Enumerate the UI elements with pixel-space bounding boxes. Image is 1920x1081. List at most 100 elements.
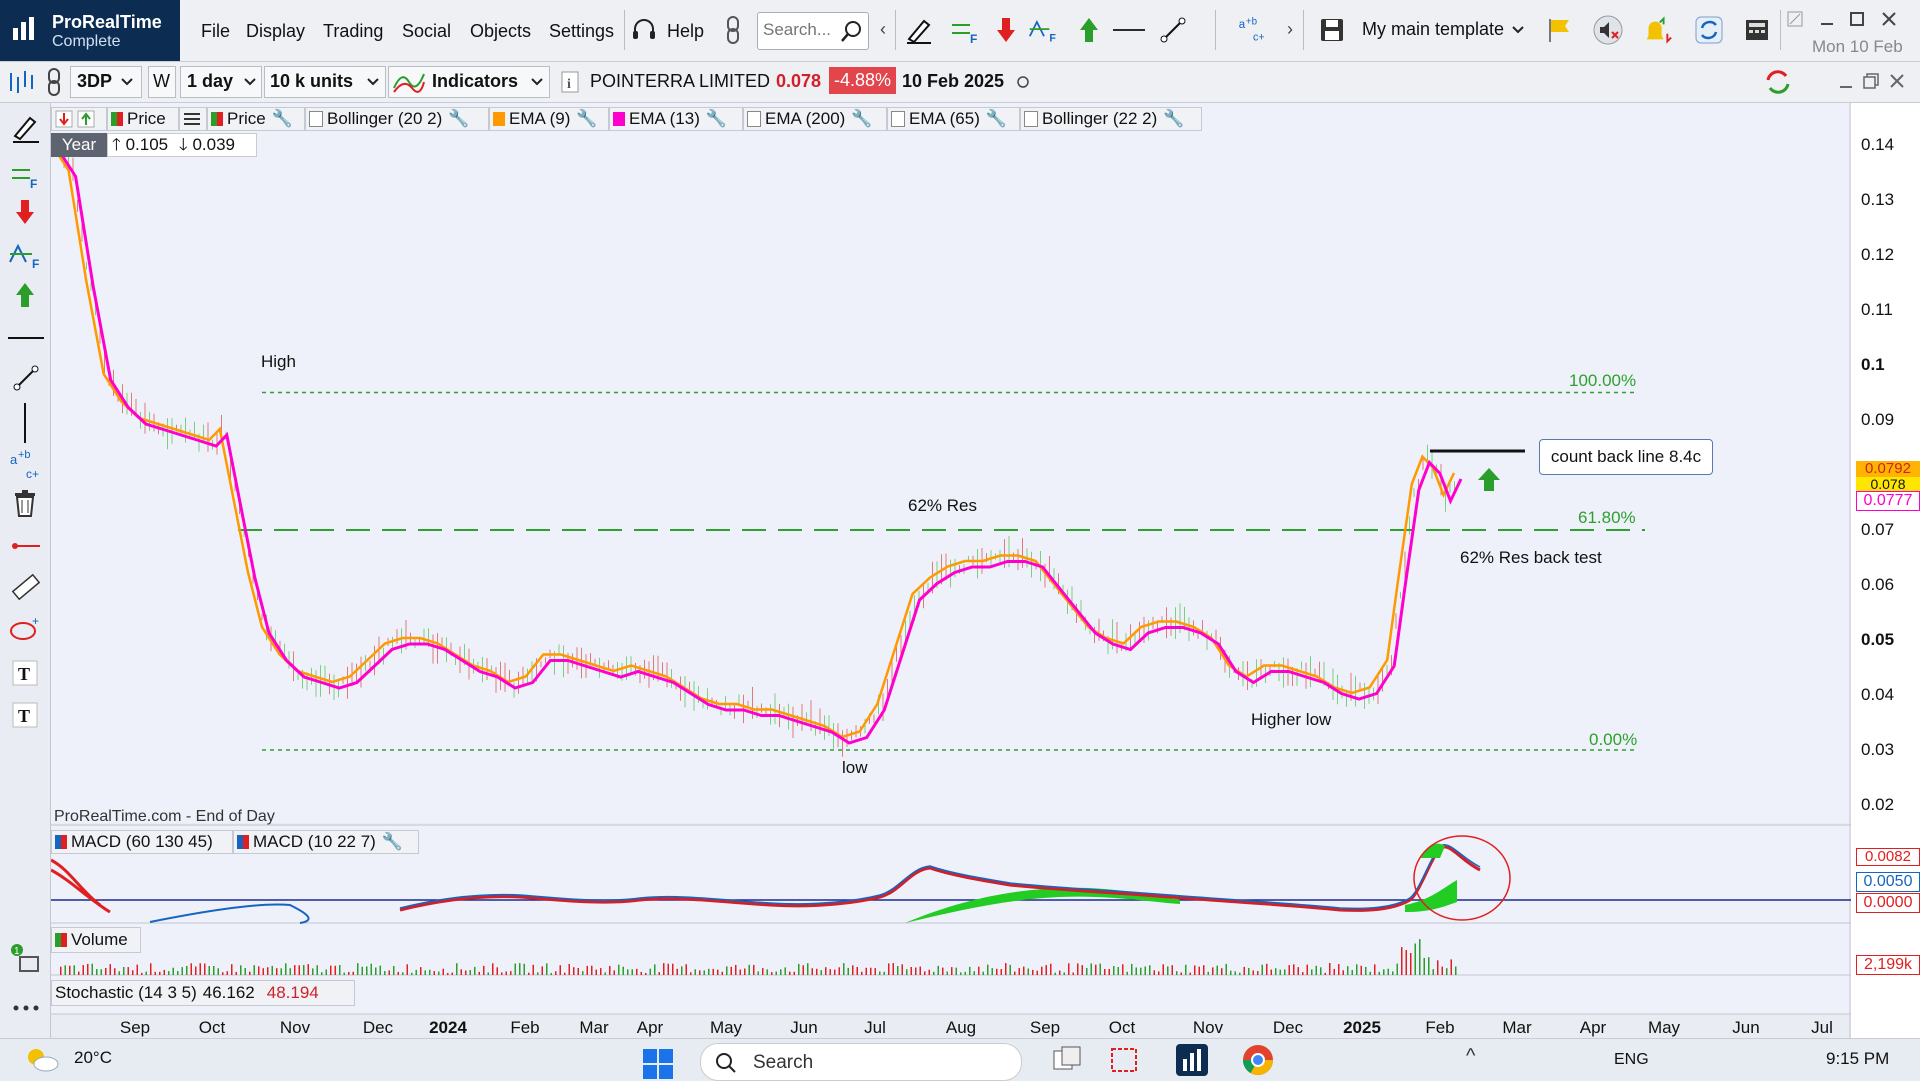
save-icon[interactable] bbox=[1316, 14, 1348, 46]
link-chart-icon[interactable] bbox=[42, 66, 66, 98]
menu-objects[interactable]: Objects bbox=[470, 21, 531, 42]
menu-settings[interactable]: Settings bbox=[549, 21, 614, 42]
fibonacci-tool-icon[interactable]: F bbox=[950, 14, 982, 46]
annotation-62-res-back-test[interactable]: 62% Res back test bbox=[1460, 548, 1602, 568]
scroll-left-icon[interactable]: ‹ bbox=[880, 19, 886, 40]
legend-price[interactable]: Price bbox=[107, 107, 179, 131]
legend-ema-65[interactable]: EMA (65) 🔧 bbox=[887, 107, 1020, 131]
pencil-icon[interactable] bbox=[10, 112, 42, 144]
vertical-line-icon[interactable] bbox=[22, 403, 28, 443]
menu-social[interactable]: Social bbox=[402, 21, 451, 42]
sound-muted-icon[interactable] bbox=[1592, 14, 1624, 46]
legend-macd-10[interactable]: MACD (10 22 7) 🔧 bbox=[233, 830, 419, 854]
annotation-low[interactable]: low bbox=[842, 758, 868, 778]
wrench-icon[interactable]: 🔧 bbox=[1163, 109, 1184, 129]
text-tool-icon[interactable]: a+b c+ bbox=[8, 448, 44, 480]
menu-display[interactable]: Display bbox=[246, 21, 305, 42]
legend-stochastic[interactable]: Stochastic (14 3 5) 46.162 48.194 bbox=[51, 980, 355, 1006]
wrench-icon[interactable]: 🔧 bbox=[576, 109, 597, 129]
flag-icon[interactable] bbox=[1543, 14, 1575, 46]
info-icon[interactable]: i bbox=[561, 71, 579, 93]
chevron-down-icon[interactable] bbox=[1511, 24, 1525, 36]
wrench-icon[interactable]: 🔧 bbox=[706, 109, 727, 129]
price-chart[interactable]: Sep Oct Nov Dec 2024 Feb Mar Apr May Jun Jul Aug Sep… bbox=[51, 103, 1851, 1038]
clock-time[interactable]: 9:15 PM bbox=[1826, 1049, 1889, 1069]
horizontal-line-icon[interactable] bbox=[1113, 14, 1145, 46]
panel-minimize-icon[interactable] bbox=[1838, 74, 1854, 90]
wrench-icon[interactable]: 🔧 bbox=[382, 832, 403, 852]
chevron-down-icon[interactable] bbox=[366, 77, 380, 87]
fibonacci-fan-icon[interactable]: F bbox=[1028, 14, 1060, 46]
sell-arrow-icon[interactable] bbox=[990, 14, 1022, 46]
task-view-icon[interactable] bbox=[1050, 1045, 1084, 1075]
language-indicator[interactable]: ENG bbox=[1614, 1051, 1649, 1069]
ray-tool-icon[interactable] bbox=[10, 539, 42, 553]
chevron-down-icon[interactable] bbox=[243, 77, 257, 87]
panel-close-icon[interactable] bbox=[1888, 72, 1906, 90]
wrench-icon[interactable]: 🔧 bbox=[448, 109, 469, 129]
chevron-down-icon[interactable] bbox=[530, 77, 544, 87]
legend-bollinger-20[interactable]: Bollinger (20 2) 🔧 bbox=[305, 107, 489, 131]
chart-refresh-icon[interactable] bbox=[1762, 66, 1794, 98]
calculator-icon[interactable] bbox=[1741, 14, 1773, 46]
snipping-tool-icon[interactable] bbox=[1108, 1045, 1140, 1075]
menu-file[interactable]: File bbox=[201, 21, 230, 42]
prorealtime-taskbar-icon[interactable] bbox=[1175, 1043, 1209, 1077]
buy-arrow-icon[interactable] bbox=[14, 281, 36, 309]
scroll-right-icon[interactable]: › bbox=[1287, 19, 1293, 40]
annotation-count-back-line[interactable]: count back line 8.4c bbox=[1539, 439, 1713, 475]
move-up-icon[interactable] bbox=[77, 110, 95, 128]
trend-line-icon[interactable] bbox=[1157, 14, 1189, 46]
trash-icon[interactable] bbox=[12, 488, 38, 518]
link-icon[interactable] bbox=[717, 14, 749, 46]
wrench-icon[interactable]: 🔧 bbox=[272, 109, 293, 129]
horizontal-line-icon[interactable] bbox=[8, 333, 44, 343]
move-down-icon[interactable] bbox=[55, 110, 73, 128]
weather-icon[interactable] bbox=[24, 1047, 60, 1073]
legend-bollinger-22[interactable]: Bollinger (22 2) 🔧 bbox=[1020, 107, 1202, 131]
legend-ema-9[interactable]: EMA (9) 🔧 bbox=[489, 107, 609, 131]
annotation-62-res[interactable]: 62% Res bbox=[908, 496, 977, 516]
legend-macd-60[interactable]: MACD (60 130 45) bbox=[51, 830, 233, 854]
buy-arrow-icon[interactable] bbox=[1073, 14, 1105, 46]
menu-help[interactable]: Help bbox=[667, 21, 704, 42]
list-icon[interactable] bbox=[183, 111, 201, 127]
text-tool-icon[interactable]: a+b c+ bbox=[1237, 14, 1269, 46]
notifications-icon[interactable]: 1 bbox=[10, 943, 42, 975]
more-tools-icon[interactable] bbox=[12, 1003, 40, 1013]
windows-start-icon[interactable] bbox=[641, 1047, 675, 1081]
legend-ema-200[interactable]: EMA (200) 🔧 bbox=[743, 107, 887, 131]
refresh-icon[interactable] bbox=[1693, 14, 1725, 46]
fibonacci-tool-icon[interactable]: F bbox=[10, 160, 42, 190]
annotation-high[interactable]: High bbox=[261, 352, 296, 372]
annotation-higher-low[interactable]: Higher low bbox=[1251, 710, 1331, 730]
search-input[interactable] bbox=[761, 19, 841, 41]
trend-line-icon[interactable] bbox=[12, 364, 40, 392]
menu-trading[interactable]: Trading bbox=[323, 21, 383, 42]
expand-window-icon[interactable] bbox=[1786, 10, 1804, 28]
search-icon[interactable] bbox=[840, 19, 864, 43]
maximize-icon[interactable] bbox=[1848, 10, 1866, 28]
wrench-icon[interactable]: 🔧 bbox=[986, 109, 1007, 129]
taskbar-search[interactable]: Search bbox=[700, 1043, 1022, 1081]
range-period-label[interactable]: Year bbox=[51, 133, 107, 157]
panel-restore-icon[interactable] bbox=[1862, 72, 1880, 90]
text-note-icon[interactable]: T bbox=[12, 702, 38, 728]
close-icon[interactable] bbox=[1880, 10, 1898, 28]
legend-price-2[interactable]: Price 🔧 bbox=[207, 107, 305, 131]
alerts-icon[interactable] bbox=[1641, 14, 1673, 46]
legend-list-icon[interactable] bbox=[179, 107, 207, 131]
chrome-icon[interactable] bbox=[1241, 1043, 1275, 1077]
ellipse-tool-icon[interactable]: + bbox=[8, 613, 44, 643]
sell-arrow-icon[interactable] bbox=[14, 198, 36, 226]
wrench-icon[interactable]: 🔧 bbox=[851, 109, 872, 129]
minimize-icon[interactable] bbox=[1818, 10, 1836, 28]
legend-arrows[interactable] bbox=[51, 107, 107, 131]
pencil-icon[interactable] bbox=[903, 14, 935, 46]
ruler-icon[interactable] bbox=[10, 571, 42, 603]
template-selector[interactable]: My main template bbox=[1362, 19, 1504, 40]
text-label-icon[interactable]: T bbox=[12, 660, 38, 686]
chart-style-icon[interactable] bbox=[6, 66, 38, 98]
chevron-down-icon[interactable] bbox=[120, 77, 134, 87]
legend-ema-13[interactable]: EMA (13) 🔧 bbox=[609, 107, 743, 131]
